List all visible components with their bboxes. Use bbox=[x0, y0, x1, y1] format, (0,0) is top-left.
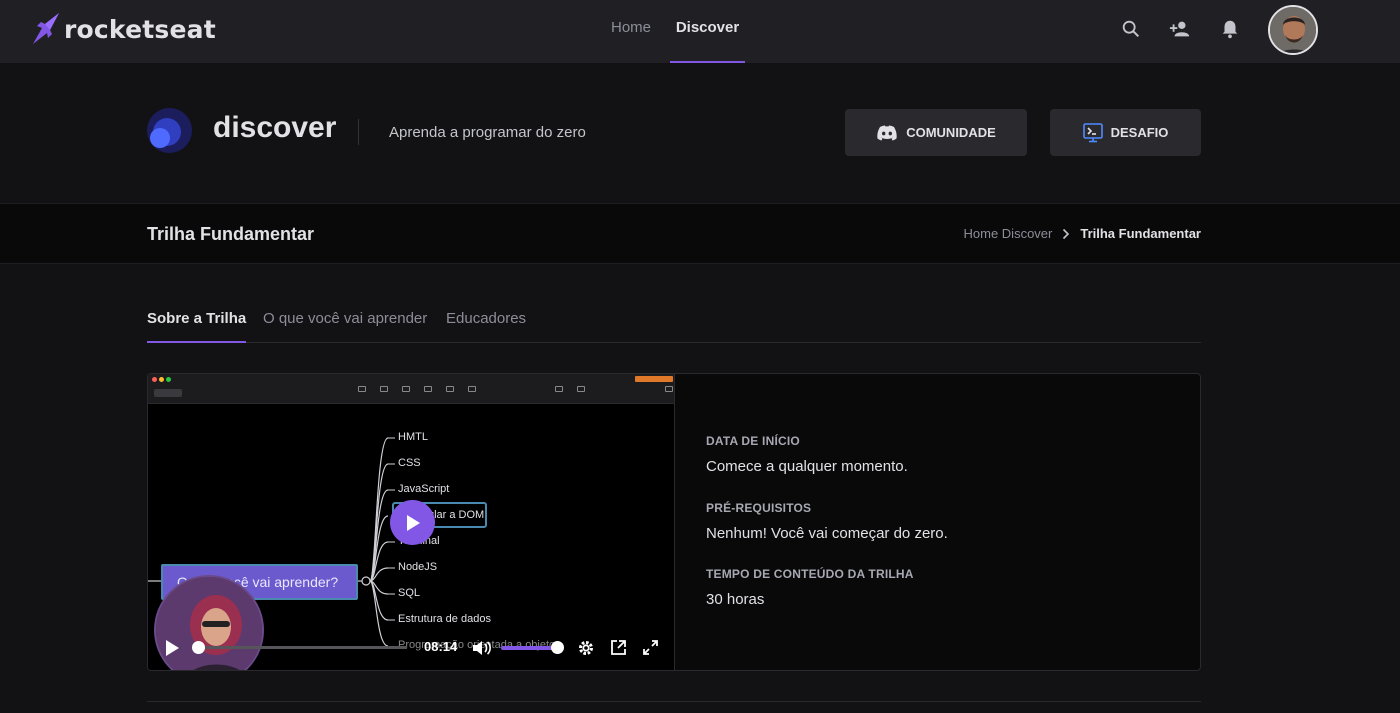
video-controls: 08:14 bbox=[148, 634, 674, 664]
info-duration-label: TEMPO DE CONTEÚDO DA TRILHA bbox=[706, 567, 914, 581]
top-navbar: rocketseat Home Discover bbox=[0, 0, 1400, 63]
breadcrumb-home-discover[interactable]: Home Discover bbox=[964, 226, 1053, 241]
user-avatar[interactable] bbox=[1268, 5, 1318, 55]
search-icon[interactable] bbox=[1120, 18, 1142, 40]
breadcrumb-bar: Trilha Fundamentar Home Discover Trilha … bbox=[0, 203, 1400, 264]
tabs: Sobre a Trilha O que você vai aprender E… bbox=[147, 296, 1201, 343]
challenge-button-label: DESAFIO bbox=[1110, 125, 1169, 140]
divider bbox=[147, 701, 1201, 702]
settings-gear-icon[interactable] bbox=[577, 639, 595, 657]
discord-icon bbox=[877, 125, 897, 140]
rocketseat-logo[interactable]: rocketseat bbox=[31, 12, 216, 46]
play-overlay-button[interactable] bbox=[390, 500, 435, 545]
mindmap-item: NodeJS bbox=[398, 561, 438, 573]
community-button-label: COMUNIDADE bbox=[906, 125, 996, 140]
challenge-button[interactable]: DESAFIO bbox=[1050, 109, 1201, 156]
progress-track[interactable] bbox=[197, 646, 407, 649]
volume-handle[interactable] bbox=[551, 641, 564, 654]
info-duration: TEMPO DE CONTEÚDO DA TRILHA 30 horas bbox=[706, 567, 1106, 608]
progress-handle[interactable] bbox=[192, 641, 205, 654]
community-button[interactable]: COMUNIDADE bbox=[845, 109, 1027, 156]
nav-discover[interactable]: Discover bbox=[670, 0, 745, 63]
mindmap-item: HMTL bbox=[398, 431, 428, 443]
divider bbox=[358, 119, 359, 145]
tab-sobre-a-trilha[interactable]: Sobre a Trilha bbox=[147, 310, 247, 343]
tab-educadores[interactable]: Educadores bbox=[446, 310, 526, 343]
volume-track[interactable] bbox=[501, 646, 557, 650]
chevron-right-icon bbox=[1063, 228, 1070, 239]
play-icon bbox=[406, 514, 420, 531]
bell-icon[interactable] bbox=[1219, 18, 1241, 40]
mindmap-item: Estrutura de dados bbox=[398, 613, 491, 625]
discover-title: discover bbox=[213, 111, 337, 144]
video-player[interactable]: HMTL CSS JavaScript Manipular a DOM Term… bbox=[148, 374, 675, 670]
info-prereq-value: Nenhum! Você vai começar do zero. bbox=[706, 525, 948, 542]
play-control-icon[interactable] bbox=[164, 639, 180, 657]
breadcrumb-current: Trilha Fundamentar bbox=[1080, 226, 1201, 241]
info-start-label: DATA DE INÍCIO bbox=[706, 434, 800, 448]
info-prereq-label: PRÉ-REQUISITOS bbox=[706, 501, 812, 515]
discover-header: discover Aprenda a programar do zero COM… bbox=[0, 63, 1400, 203]
discover-logo bbox=[147, 108, 192, 153]
current-time: 08:14 bbox=[424, 639, 458, 654]
info-start: DATA DE INÍCIO Comece a qualquer momento… bbox=[706, 434, 1106, 475]
page-title: Trilha Fundamentar bbox=[147, 224, 315, 244]
nav-home[interactable]: Home bbox=[611, 0, 651, 63]
info-prereq: PRÉ-REQUISITOS Nenhum! Você vai começar … bbox=[706, 501, 1106, 542]
fullscreen-icon[interactable] bbox=[642, 639, 659, 656]
terminal-icon bbox=[1082, 122, 1103, 142]
add-user-icon[interactable] bbox=[1169, 18, 1191, 40]
breadcrumb: Home Discover Trilha Fundamentar bbox=[964, 226, 1202, 241]
discover-subtitle: Aprenda a programar do zero bbox=[389, 124, 586, 141]
popout-icon[interactable] bbox=[610, 639, 627, 656]
tab-o-que-voce-vai-aprender[interactable]: O que você vai aprender bbox=[263, 310, 427, 343]
mindmap-item: JavaScript bbox=[398, 483, 450, 495]
info-duration-value: 30 horas bbox=[706, 591, 765, 608]
user-photo-icon bbox=[1270, 7, 1316, 53]
info-start-value: Comece a qualquer momento. bbox=[706, 458, 908, 475]
track-card: HMTL CSS JavaScript Manipular a DOM Term… bbox=[147, 373, 1201, 671]
mindmap-item: SQL bbox=[398, 587, 421, 599]
volume-icon[interactable] bbox=[472, 639, 492, 657]
rocket-icon bbox=[33, 13, 59, 44]
mindmap-item: CSS bbox=[398, 457, 421, 469]
logo-text: rocketseat bbox=[64, 14, 216, 44]
